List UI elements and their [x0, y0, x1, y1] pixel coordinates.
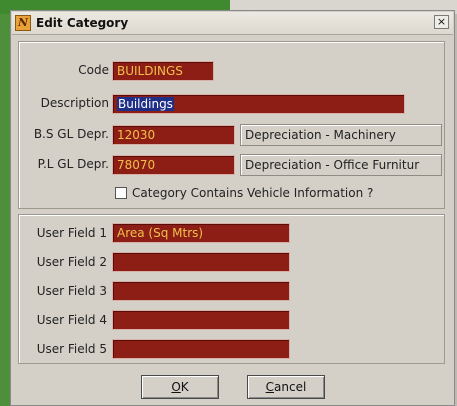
user-field-1-input[interactable]: Area (Sq Mtrs)	[112, 223, 290, 243]
vehicle-info-label: Category Contains Vehicle Information ?	[132, 186, 374, 200]
bs-gl-label: B.S GL Depr.	[33, 127, 109, 141]
bs-gl-description: Depreciation - Machinery	[240, 124, 442, 146]
close-button[interactable]: ×	[434, 15, 449, 29]
app-logo-icon: N	[15, 15, 31, 31]
ok-button[interactable]: OK	[141, 375, 219, 399]
user-field-5-input[interactable]	[112, 339, 290, 359]
category-details-group: Code BUILDINGS Description Buildings B.S…	[18, 41, 445, 209]
user-field-2-label: User Field 2	[36, 255, 107, 269]
code-label: Code	[78, 63, 109, 77]
bs-gl-field[interactable]: 12030	[112, 125, 235, 145]
pl-gl-field[interactable]: 78070	[112, 155, 235, 175]
user-field-5-label: User Field 5	[36, 342, 107, 356]
background-app-left	[0, 14, 10, 406]
user-field-3-input[interactable]	[112, 281, 290, 301]
ok-hotkey: O	[171, 380, 181, 394]
cancel-hotkey: C	[265, 380, 275, 394]
user-field-2-input[interactable]	[112, 252, 290, 272]
edit-category-dialog: N Edit Category × Code BUILDINGS Descrip…	[10, 10, 455, 406]
user-field-1-label: User Field 1	[36, 226, 107, 240]
user-fields-group: User Field 1 Area (Sq Mtrs) User Field 2…	[18, 214, 445, 364]
code-field[interactable]: BUILDINGS	[112, 61, 214, 81]
description-label: Description	[40, 96, 109, 110]
vehicle-info-checkbox[interactable]	[115, 187, 127, 199]
ok-label-rest: K	[180, 380, 189, 394]
user-field-3-label: User Field 3	[36, 284, 107, 298]
cancel-button[interactable]: Cancel	[247, 375, 325, 399]
user-field-4-label: User Field 4	[36, 313, 107, 327]
description-selected-text: Buildings	[117, 97, 174, 111]
description-field[interactable]: Buildings	[112, 94, 405, 114]
dialog-title: Edit Category	[36, 16, 129, 30]
pl-gl-label: P.L GL Depr.	[37, 157, 109, 171]
pl-gl-description: Depreciation - Office Furnitur	[240, 154, 442, 176]
title-bar[interactable]: N Edit Category ×	[12, 12, 453, 35]
user-field-4-input[interactable]	[112, 310, 290, 330]
cancel-label-rest: ancel	[274, 380, 307, 394]
